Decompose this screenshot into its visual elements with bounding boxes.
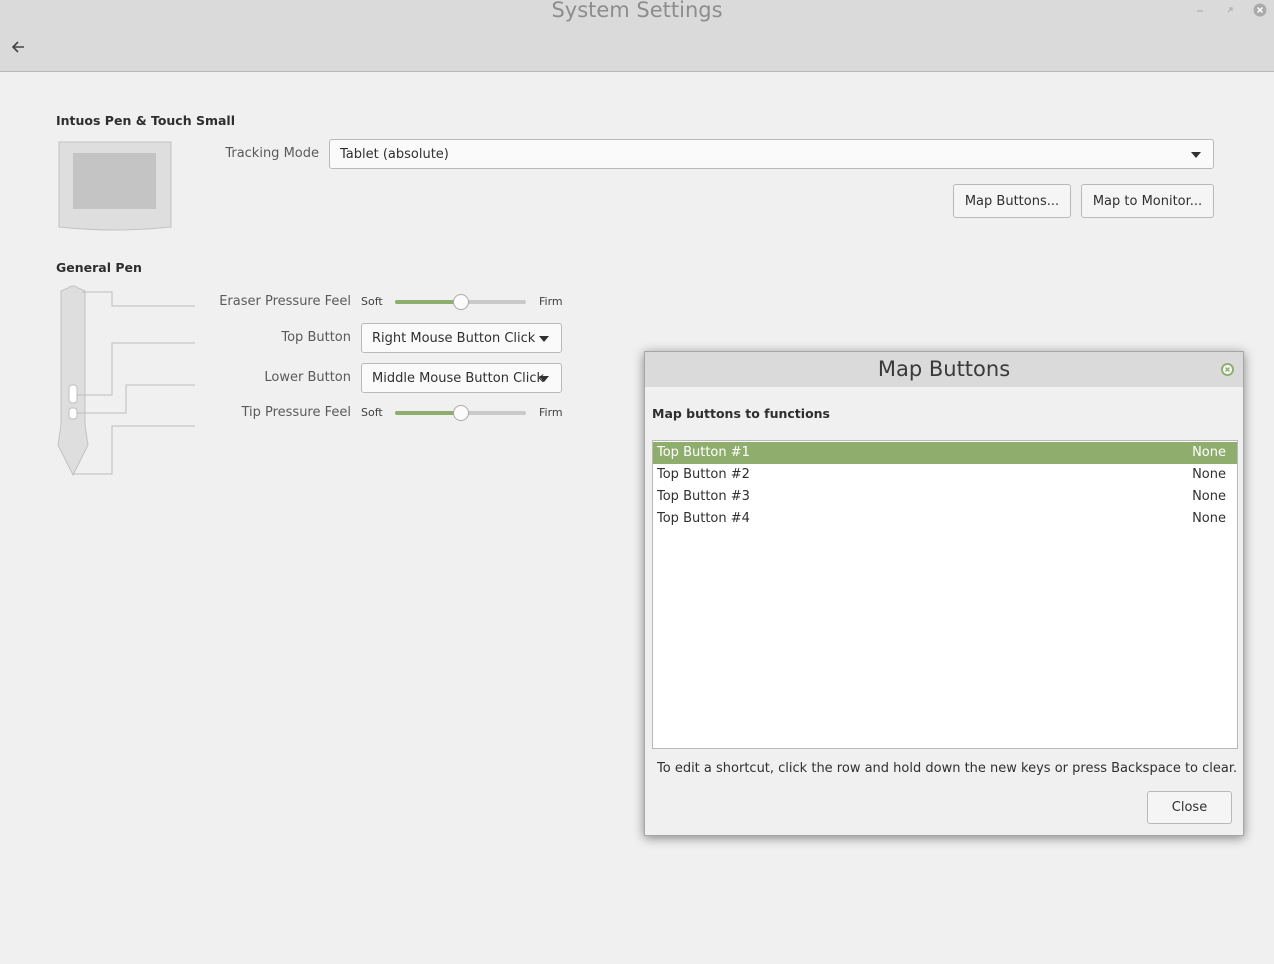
tip-slider-handle[interactable]: [452, 405, 469, 421]
row-button-name: Top Button #3: [657, 489, 750, 504]
top-button-value: Right Mouse Button Click: [372, 330, 536, 346]
minimize-icon[interactable]: [1192, 2, 1208, 18]
dialog-close-icon[interactable]: [1220, 362, 1235, 377]
dropdown-caret-icon: [539, 336, 549, 342]
close-button[interactable]: Close: [1147, 791, 1232, 824]
tip-slider-fill: [395, 411, 461, 415]
title-bar: System Settings: [0, 0, 1274, 72]
pen-section-title: General Pen: [56, 260, 142, 275]
top-button-dropdown[interactable]: Right Mouse Button Click: [361, 323, 562, 353]
eraser-slider-fill: [395, 300, 461, 304]
pen-illustration: [57, 285, 195, 477]
lower-button-dropdown[interactable]: Middle Mouse Button Click: [361, 363, 562, 393]
eraser-pressure-label: Eraser Pressure Feel: [219, 294, 351, 309]
map-buttons-dialog: Map Buttons Map buttons to functions Top…: [644, 351, 1244, 836]
close-icon[interactable]: [1252, 2, 1268, 18]
tip-pressure-slider[interactable]: [395, 405, 526, 421]
lower-button-label: Lower Button: [264, 370, 351, 385]
tablet-illustration: [58, 141, 172, 231]
button-map-list: Top Button #1 None Top Button #2 None To…: [652, 440, 1238, 749]
tip-pressure-label: Tip Pressure Feel: [241, 405, 351, 420]
dialog-hint: To edit a shortcut, click the row and ho…: [657, 761, 1238, 776]
back-arrow-icon[interactable]: [9, 38, 27, 56]
tracking-mode-value: Tablet (absolute): [340, 146, 449, 162]
list-item[interactable]: Top Button #1 None: [653, 442, 1237, 464]
tracking-mode-label: Tracking Mode: [225, 146, 319, 161]
row-shortcut-value: None: [1192, 511, 1226, 526]
map-to-monitor-button[interactable]: Map to Monitor...: [1081, 184, 1214, 218]
window-title: System Settings: [551, 0, 723, 22]
eraser-slider-handle[interactable]: [452, 294, 469, 310]
tip-firm-label: Firm: [539, 406, 563, 419]
list-item[interactable]: Top Button #3 None: [653, 486, 1237, 508]
eraser-soft-label: Soft: [361, 295, 383, 308]
row-shortcut-value: None: [1192, 489, 1226, 504]
dialog-title: Map Buttons: [877, 357, 1011, 381]
tablet-name: Intuos Pen & Touch Small: [56, 113, 235, 128]
row-button-name: Top Button #2: [657, 467, 750, 482]
lower-button-value: Middle Mouse Button Click: [372, 370, 545, 386]
dropdown-caret-icon: [1191, 152, 1201, 158]
maximize-icon[interactable]: [1222, 2, 1238, 18]
tip-soft-label: Soft: [361, 406, 383, 419]
tracking-mode-dropdown[interactable]: Tablet (absolute): [329, 139, 1214, 169]
eraser-firm-label: Firm: [539, 295, 563, 308]
dialog-header: Map Buttons: [645, 352, 1243, 387]
row-button-name: Top Button #4: [657, 511, 750, 526]
row-shortcut-value: None: [1192, 445, 1226, 460]
map-buttons-button[interactable]: Map Buttons...: [953, 184, 1071, 218]
list-item[interactable]: Top Button #4 None: [653, 508, 1237, 530]
row-button-name: Top Button #1: [657, 445, 750, 460]
top-button-label: Top Button: [281, 330, 351, 345]
list-item[interactable]: Top Button #2 None: [653, 464, 1237, 486]
row-shortcut-value: None: [1192, 467, 1226, 482]
eraser-pressure-slider[interactable]: [395, 294, 526, 310]
dialog-subtitle: Map buttons to functions: [652, 406, 830, 421]
dropdown-caret-icon: [539, 376, 549, 382]
